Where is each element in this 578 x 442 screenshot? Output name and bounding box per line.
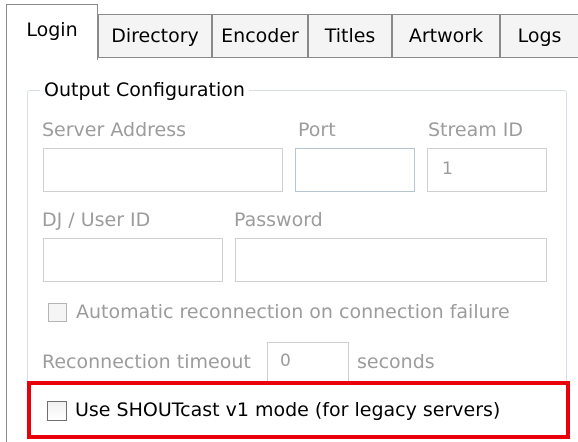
server-address-label: Server Address — [42, 119, 187, 141]
tab-logs[interactable]: Logs — [500, 14, 578, 58]
tab-strip: Login Directory Encoder Titles Artwork L… — [0, 0, 578, 62]
shoutcast-v1-checkbox[interactable] — [47, 401, 67, 421]
auto-reconnect-label: Automatic reconnection on connection fai… — [76, 301, 510, 323]
port-input[interactable] — [295, 148, 415, 192]
tab-directory[interactable]: Directory — [98, 14, 212, 58]
password-label: Password — [234, 209, 323, 231]
group-title: Output Configuration — [40, 78, 249, 102]
reconnect-timeout-input[interactable]: 0 — [267, 342, 349, 382]
tab-encoder[interactable]: Encoder — [212, 14, 308, 58]
seconds-unit-label: seconds — [357, 351, 435, 373]
stream-id-label: Stream ID — [428, 119, 524, 141]
shoutcast-v1-label[interactable]: Use SHOUTcast v1 mode (for legacy server… — [75, 398, 500, 422]
tab-artwork[interactable]: Artwork — [392, 14, 500, 58]
reconnect-timeout-label: Reconnection timeout — [42, 351, 251, 373]
dj-user-id-label: DJ / User ID — [42, 209, 151, 231]
port-label: Port — [298, 119, 336, 141]
dj-user-id-input[interactable] — [43, 238, 223, 282]
auto-reconnect-checkbox[interactable] — [48, 303, 67, 322]
tab-login[interactable]: Login — [6, 4, 98, 60]
tab-titles[interactable]: Titles — [308, 14, 392, 58]
password-input[interactable] — [235, 238, 547, 282]
stream-id-input[interactable]: 1 — [427, 148, 547, 192]
server-address-input[interactable] — [43, 148, 283, 192]
